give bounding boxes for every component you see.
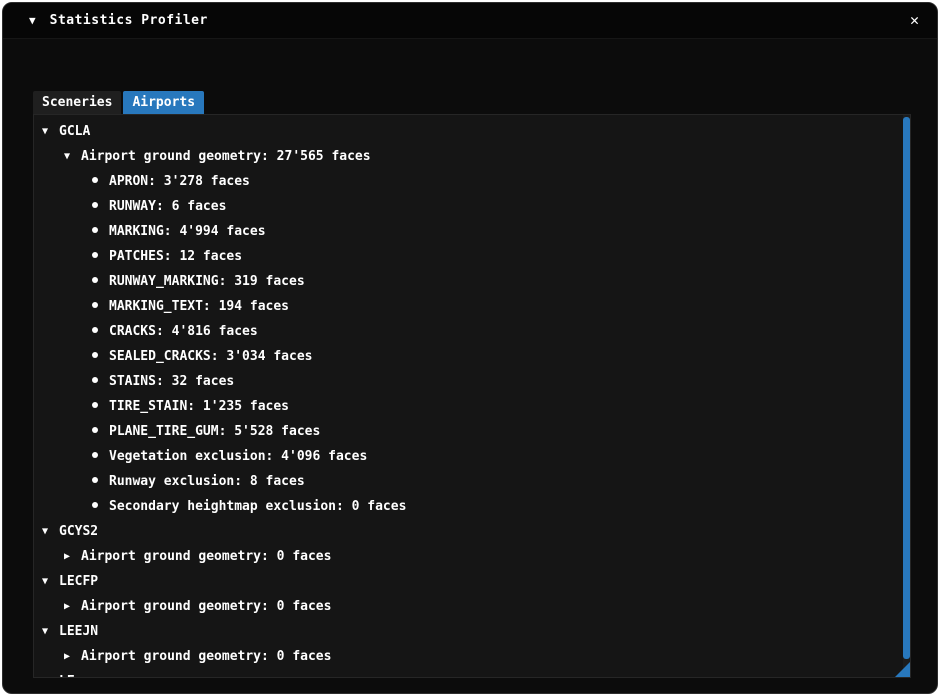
tree-row[interactable]: ▼LECFP: [34, 569, 910, 594]
scrollbar-thumb[interactable]: [903, 117, 910, 659]
collapse-arrow-icon[interactable]: ▼: [42, 119, 59, 144]
tree-label: Runway exclusion: 8 faces: [109, 469, 305, 494]
tree-row[interactable]: ▼GCYS2: [34, 519, 910, 544]
tree-label: LECFP: [59, 569, 98, 594]
tree-label: Airport ground geometry: 0 faces: [81, 594, 331, 619]
tab-airports[interactable]: Airports: [123, 91, 204, 114]
tree-row[interactable]: ▼LEEJN: [34, 619, 910, 644]
tree-row[interactable]: ▶Airport ground geometry: 0 faces: [34, 544, 910, 569]
bullet-icon: [92, 219, 109, 244]
tree-label: Airport ground geometry: 27'565 faces: [81, 144, 371, 169]
bullet-icon: [92, 444, 109, 469]
close-icon[interactable]: ✕: [910, 13, 919, 28]
tab-bar: Sceneries Airports: [33, 91, 204, 114]
expand-arrow-icon[interactable]: ▶: [64, 644, 81, 669]
resize-grip-icon[interactable]: [895, 662, 910, 677]
tree-row[interactable]: STAINS: 32 faces: [34, 369, 910, 394]
tree-row[interactable]: Runway exclusion: 8 faces: [34, 469, 910, 494]
tree-row[interactable]: ▶Airport ground geometry: 0 faces: [34, 644, 910, 669]
tab-sceneries[interactable]: Sceneries: [33, 91, 121, 114]
collapse-arrow-icon[interactable]: ▼: [42, 519, 59, 544]
tree-row[interactable]: TIRE_STAIN: 1'235 faces: [34, 394, 910, 419]
bullet-icon: [92, 469, 109, 494]
bullet-icon: [92, 419, 109, 444]
bullet-icon: [92, 344, 109, 369]
tree-label: TIRE_STAIN: 1'235 faces: [109, 394, 289, 419]
tree-row[interactable]: ▼Airport ground geometry: 27'565 faces: [34, 144, 910, 169]
tree-label: Secondary heightmap exclusion: 0 faces: [109, 494, 406, 519]
tree-row[interactable]: ▼GCLA: [34, 119, 910, 144]
tree-label: STAINS: 32 faces: [109, 369, 234, 394]
collapse-arrow-icon[interactable]: ▼: [42, 669, 59, 678]
tree-label: MARKING_TEXT: 194 faces: [109, 294, 289, 319]
bullet-icon: [92, 494, 109, 519]
tree-label: PATCHES: 12 faces: [109, 244, 242, 269]
window-collapse-arrow-icon[interactable]: ▼: [29, 14, 36, 27]
tree-row[interactable]: Vegetation exclusion: 4'096 faces: [34, 444, 910, 469]
tree-label: RUNWAY: 6 faces: [109, 194, 226, 219]
vertical-scrollbar[interactable]: [903, 115, 910, 677]
tree-row[interactable]: APRON: 3'278 faces: [34, 169, 910, 194]
tree-label: Airport ground geometry: 0 faces: [81, 544, 331, 569]
tree-row[interactable]: SEALED_CRACKS: 3'034 faces: [34, 344, 910, 369]
window-title: Statistics Profiler: [50, 13, 208, 28]
tree-label: LE: [59, 669, 75, 678]
tree-label: Airport ground geometry: 0 faces: [81, 644, 331, 669]
tree-label: PLANE_TIRE_GUM: 5'528 faces: [109, 419, 320, 444]
tree-row[interactable]: MARKING: 4'994 faces: [34, 219, 910, 244]
tree-row[interactable]: ▶Airport ground geometry: 0 faces: [34, 594, 910, 619]
tree-label: MARKING: 4'994 faces: [109, 219, 266, 244]
tree-row[interactable]: CRACKS: 4'816 faces: [34, 319, 910, 344]
expand-arrow-icon[interactable]: ▶: [64, 594, 81, 619]
bullet-icon: [92, 294, 109, 319]
collapse-arrow-icon[interactable]: ▼: [42, 619, 59, 644]
bullet-icon: [92, 394, 109, 419]
tree-row[interactable]: PLANE_TIRE_GUM: 5'528 faces: [34, 419, 910, 444]
tree-row[interactable]: RUNWAY_MARKING: 319 faces: [34, 269, 910, 294]
tree-row[interactable]: Secondary heightmap exclusion: 0 faces: [34, 494, 910, 519]
expand-arrow-icon[interactable]: ▶: [64, 544, 81, 569]
tree-label: CRACKS: 4'816 faces: [109, 319, 258, 344]
tree-row[interactable]: RUNWAY: 6 faces: [34, 194, 910, 219]
tree-label: Vegetation exclusion: 4'096 faces: [109, 444, 367, 469]
bullet-icon: [92, 269, 109, 294]
tree-row[interactable]: MARKING_TEXT: 194 faces: [34, 294, 910, 319]
titlebar: ▼ Statistics Profiler ✕: [3, 3, 937, 39]
bullet-icon: [92, 319, 109, 344]
tree-row[interactable]: PATCHES: 12 faces: [34, 244, 910, 269]
tree-label: APRON: 3'278 faces: [109, 169, 250, 194]
tree-label: GCLA: [59, 119, 90, 144]
collapse-arrow-icon[interactable]: ▼: [64, 144, 81, 169]
bullet-icon: [92, 369, 109, 394]
airports-panel: ▼GCLA▼Airport ground geometry: 27'565 fa…: [33, 114, 911, 678]
collapse-arrow-icon[interactable]: ▼: [42, 569, 59, 594]
tree-row[interactable]: ▼LE: [34, 669, 910, 678]
bullet-icon: [92, 244, 109, 269]
tree-label: LEEJN: [59, 619, 98, 644]
statistics-profiler-window: ▼ Statistics Profiler ✕ Sceneries Airpor…: [2, 2, 938, 694]
tree: ▼GCLA▼Airport ground geometry: 27'565 fa…: [34, 115, 910, 678]
bullet-icon: [92, 169, 109, 194]
tree-label: SEALED_CRACKS: 3'034 faces: [109, 344, 313, 369]
tree-label: RUNWAY_MARKING: 319 faces: [109, 269, 305, 294]
bullet-icon: [92, 194, 109, 219]
tree-label: GCYS2: [59, 519, 98, 544]
